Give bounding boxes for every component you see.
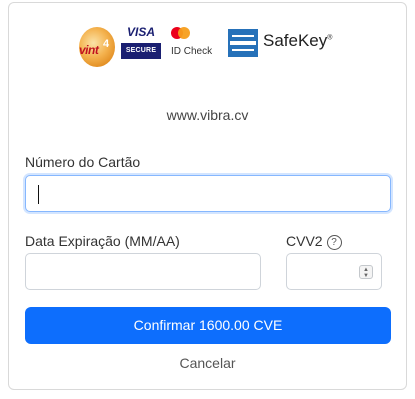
cvv-label-text: CVV2	[286, 233, 323, 249]
card-number-label: Número do Cartão	[25, 154, 141, 170]
spinner-down-icon[interactable]: ▼	[360, 273, 372, 279]
merchant-url: www.vibra.cv	[166, 107, 249, 123]
brand-logos: vint 4 VISA SECURE ID Check SafeKey®	[9, 3, 406, 83]
id-check-caption: ID Check	[171, 46, 213, 57]
confirm-button[interactable]: Confirmar 1600.00 CVE	[25, 307, 391, 344]
vint4-text: vint	[79, 43, 99, 57]
mastercard-id-check-logo: ID Check	[171, 27, 221, 61]
cvv-input[interactable]: ▲ ▼	[286, 253, 382, 290]
expiry-input[interactable]	[25, 253, 261, 290]
cvv-label: CVV2?	[286, 233, 342, 250]
vint4-logo: vint 4	[77, 23, 117, 71]
number-spinner[interactable]: ▲ ▼	[359, 265, 373, 279]
safekey-logo: SafeKey®	[263, 31, 332, 51]
visa-secure-logo: VISA SECURE	[121, 25, 161, 61]
safekey-text: SafeKey	[263, 31, 328, 50]
safekey-mark: ®	[327, 34, 333, 42]
vint4-number: 4	[103, 38, 110, 50]
amex-logo-icon	[228, 29, 258, 57]
mastercard-orange-circle-icon	[178, 27, 190, 39]
payment-card: vint 4 VISA SECURE ID Check SafeKey® www…	[8, 2, 407, 390]
card-number-input[interactable]	[25, 175, 391, 212]
expiry-label: Data Expiração (MM/AA)	[25, 233, 180, 249]
text-cursor	[38, 185, 39, 204]
visa-secure-badge: SECURE	[121, 43, 161, 59]
help-icon[interactable]: ?	[326, 234, 342, 250]
visa-wordmark: VISA	[127, 25, 156, 39]
cancel-link[interactable]: Cancelar	[9, 355, 406, 371]
